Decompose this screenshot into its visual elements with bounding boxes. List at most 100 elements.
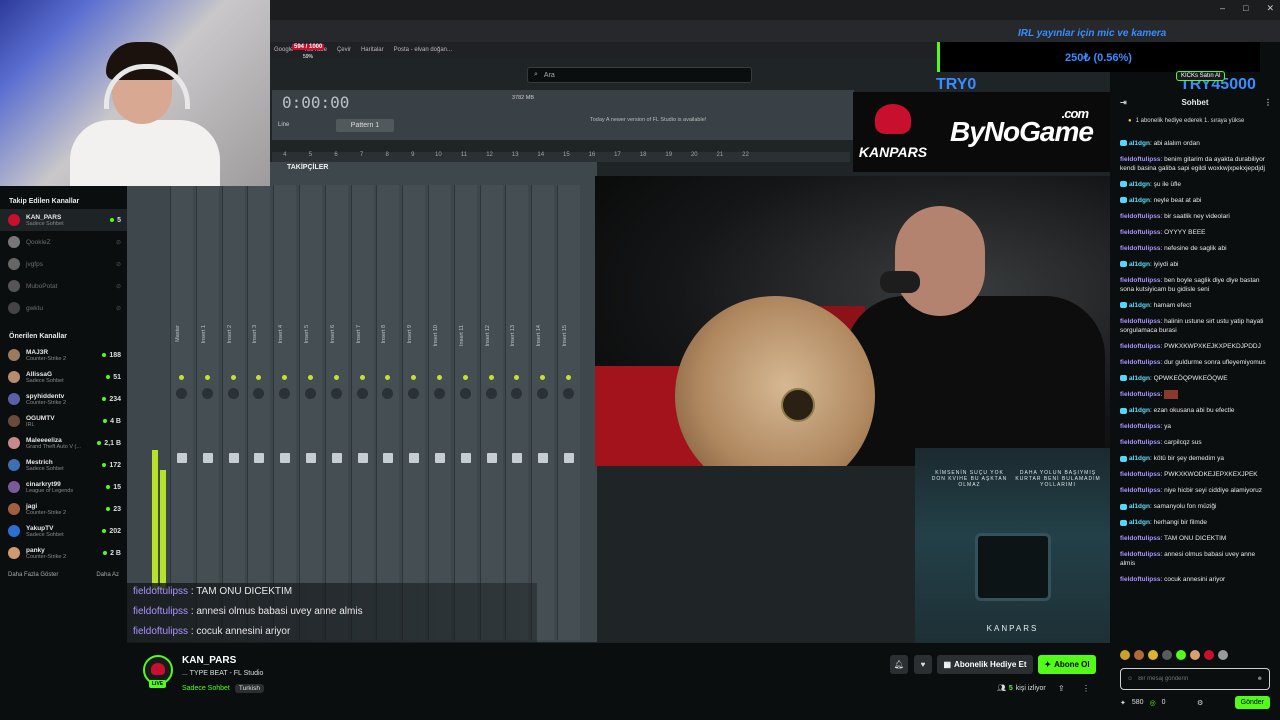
chat-username[interactable]: al1dgn xyxy=(1129,455,1150,462)
chat-username[interactable]: al1dgn xyxy=(1129,181,1150,188)
microphone-icon xyxy=(880,271,920,293)
emote-icon[interactable] xyxy=(1162,650,1172,660)
chat-username[interactable]: fieldoftulipss xyxy=(1120,487,1160,494)
chat-username[interactable]: fieldoftulipss xyxy=(1120,318,1160,325)
chat-username[interactable]: fieldoftulipss xyxy=(1120,213,1160,220)
recommended-channel-item[interactable]: jagi Counter-Strike 2 23 xyxy=(0,498,127,520)
emote-icon[interactable] xyxy=(1120,650,1130,660)
mixer-strip: Insert 15 xyxy=(557,185,580,640)
mixer-track-label: Insert 9 xyxy=(407,325,414,344)
chat-settings-icon[interactable]: ⋮ xyxy=(1264,98,1272,107)
bookmark-mail[interactable]: Posta - elvan doğan... xyxy=(394,47,452,53)
send-button[interactable]: Gönder xyxy=(1234,696,1270,709)
bookmark-maps[interactable]: Haritalar xyxy=(361,47,384,53)
chat-username[interactable]: al1dgn xyxy=(1129,140,1150,147)
recommended-channel-item[interactable]: AllissaG Sadece Sohbet 51 xyxy=(0,366,127,388)
notification-bell-button[interactable]: 🔔︎ xyxy=(890,655,908,674)
chat-username[interactable]: fieldoftulipss xyxy=(1120,576,1160,583)
chat-username[interactable]: fieldoftulipss xyxy=(1120,343,1160,350)
emote-icon[interactable] xyxy=(1134,650,1144,660)
fl-time-display: 0:00:00 xyxy=(282,93,350,112)
live-dot-icon xyxy=(103,419,108,423)
ruler-tick: 10 xyxy=(435,152,442,158)
pinned-text: 1 abonelik hediye ederek 1. sıraya yükse xyxy=(1135,118,1245,124)
chat-username[interactable]: fieldoftulipss xyxy=(1120,245,1160,252)
volume-fader xyxy=(409,453,420,463)
gift-sub-button[interactable]: ▦ Abonelik Hediye Et xyxy=(937,655,1033,674)
search-input[interactable]: ⌕ Ara xyxy=(527,67,752,83)
volume-fader xyxy=(486,453,497,463)
chat-username[interactable]: fieldoftulipss xyxy=(1120,277,1160,284)
chat-username[interactable]: fieldoftulipss xyxy=(1120,439,1160,446)
emote-picker-icon[interactable]: ☺ xyxy=(1127,676,1133,682)
chat-settings-gear-icon[interactable]: ⚙ xyxy=(1197,699,1203,707)
category-link[interactable]: Sadece Sohbet xyxy=(182,685,230,692)
bookmark-translate[interactable]: Çevir xyxy=(337,47,351,53)
maximize-button[interactable]: □ xyxy=(1243,3,1248,14)
followed-channel-item[interactable]: MuboPotat ⊘ xyxy=(0,275,127,297)
more-icon[interactable]: ⋮ xyxy=(1082,684,1090,693)
language-tag[interactable]: Turkish xyxy=(234,684,264,693)
collapse-chat-icon[interactable]: ⇥ xyxy=(1120,98,1127,107)
emoji-icon[interactable]: ☻ xyxy=(1257,676,1263,682)
chat-username[interactable]: al1dgn xyxy=(1129,261,1150,268)
buy-kicks-button[interactable]: KICKs Satın Al xyxy=(1176,71,1226,81)
emote-icon[interactable] xyxy=(1148,650,1158,660)
channel-name[interactable]: KAN_PARS xyxy=(182,655,236,666)
chat-username[interactable]: al1dgn xyxy=(1129,407,1150,414)
recommended-channel-item[interactable]: cinarkryt99 League of Legends 15 xyxy=(0,476,127,498)
chat-username[interactable]: fieldoftulipss xyxy=(1120,551,1160,558)
album-text-right: DAHA YOLUN BAŞIYMIŞ KURTAR BENİ BULAMADI… xyxy=(1015,470,1101,488)
goal-percent: 59% xyxy=(303,54,314,60)
show-less-link[interactable]: Daha Az xyxy=(96,572,119,578)
follow-heart-button[interactable]: ♥ xyxy=(914,655,932,674)
followed-channel-item[interactable]: KAN_PARS Sadece Sohbet 5 xyxy=(0,209,127,231)
recommended-channel-item[interactable]: Mestrich Sadece Sohbet 172 xyxy=(0,454,127,476)
chat-text: TAM ONU DICEKTIM xyxy=(1163,535,1227,543)
chat-username[interactable]: fieldoftulipss xyxy=(1120,229,1160,236)
chat-username[interactable]: fieldoftulipss xyxy=(1120,423,1160,430)
chat-username[interactable]: al1dgn xyxy=(1129,519,1150,526)
emote-icon[interactable] xyxy=(1190,650,1200,660)
chat-message: al1dgn: iyiydi abi xyxy=(1110,257,1280,273)
recommended-channel-item[interactable]: spyhiddentv Counter-Strike 2 234 xyxy=(0,388,127,410)
chat-username[interactable]: fieldoftulipss xyxy=(1120,391,1160,398)
recommended-channel-item[interactable]: panky Counter-Strike 2 2 B xyxy=(0,542,127,564)
chat-username[interactable]: al1dgn xyxy=(1129,197,1150,204)
followed-channel-item[interactable]: gwktu ⊘ xyxy=(0,297,127,319)
mixer-strip: Master xyxy=(170,185,193,640)
chat-username[interactable]: al1dgn xyxy=(1129,503,1150,510)
fl-mode: Line xyxy=(278,122,290,128)
ruler-tick: 17 xyxy=(614,152,621,158)
chat-input[interactable]: ☺ ☻ xyxy=(1120,668,1270,690)
followed-channel-item[interactable]: jvgfps ⊘ xyxy=(0,253,127,275)
channel-name: gwktu xyxy=(26,304,43,312)
points-icon: ◎ xyxy=(1149,699,1156,707)
chat-username[interactable]: fieldoftulipss xyxy=(1120,471,1160,478)
emote-icon[interactable] xyxy=(1218,650,1228,660)
share-icon[interactable]: ⇪ xyxy=(1058,684,1065,693)
chat-username[interactable]: fieldoftulipss xyxy=(1120,535,1160,542)
recommended-channel-item[interactable]: Maleeeeliza Grand Theft Auto V (... 2,1 B xyxy=(0,432,127,454)
pinned-message[interactable]: ● 1 abonelik hediye ederek 1. sıraya yüks… xyxy=(1110,112,1280,130)
channel-avatar-icon xyxy=(8,525,20,537)
minimize-button[interactable]: – xyxy=(1220,3,1225,14)
close-button[interactable]: ✕ xyxy=(1266,3,1274,14)
recommended-channel-item[interactable]: MAJ3R Counter-Strike 2 188 xyxy=(0,344,127,366)
chat-message-field[interactable] xyxy=(1138,676,1252,682)
mixer-track-label: Insert 13 xyxy=(510,325,517,347)
recommended-channel-item[interactable]: YakupTV Sadece Sohbet 202 xyxy=(0,520,127,542)
chat-text: abi alalım ordan xyxy=(1153,140,1200,147)
chat-username[interactable]: fieldoftulipss xyxy=(1120,359,1160,366)
mixer-track-label: Insert 3 xyxy=(252,325,259,344)
chat-username[interactable]: fieldoftulipss xyxy=(1120,156,1160,163)
emote-icon[interactable] xyxy=(1204,650,1214,660)
subscribe-button[interactable]: ✦ Abone Ol xyxy=(1038,655,1096,674)
bookmark-google[interactable]: Google xyxy=(274,47,293,53)
recommended-channel-item[interactable]: OGUMTV IRL 4 B xyxy=(0,410,127,432)
followed-channel-item[interactable]: QookleZ ⊘ xyxy=(0,231,127,253)
emote-icon[interactable] xyxy=(1176,650,1186,660)
show-more-link[interactable]: Daha Fazla Göster xyxy=(8,572,58,578)
chat-username[interactable]: al1dgn xyxy=(1129,302,1150,309)
chat-username[interactable]: al1dgn xyxy=(1129,375,1150,382)
